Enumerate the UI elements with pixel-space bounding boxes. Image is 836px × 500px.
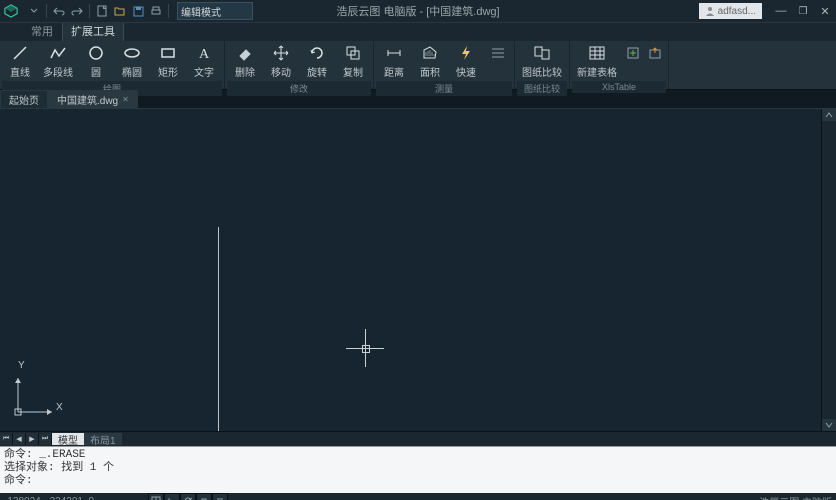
tool-quick[interactable]: 快速 xyxy=(448,42,484,81)
command-prompt[interactable]: 命令: xyxy=(4,475,832,488)
menu-dropdown-icon[interactable] xyxy=(26,3,42,19)
doc-tab-start[interactable]: 起始页 xyxy=(0,90,48,109)
distance-icon xyxy=(385,44,403,62)
ribbon-group-modify: 删除 移动 旋转 复制 修改 xyxy=(225,41,374,89)
polyline-icon xyxy=(49,44,67,62)
command-history-line: 命令: _.ERASE xyxy=(4,449,832,462)
app-logo[interactable] xyxy=(0,0,22,22)
command-window[interactable]: 命令: _.ERASE 选择对象: 找到 1 个 命令: xyxy=(0,446,836,493)
tool-compare[interactable]: 图纸比较 xyxy=(517,42,567,81)
quick-icon xyxy=(457,44,475,62)
snap-grid[interactable] xyxy=(148,493,164,500)
ribbon-group-compare: 图纸比较 图纸比较 xyxy=(515,41,570,89)
tool-move[interactable]: 移动 xyxy=(263,42,299,81)
line-icon xyxy=(11,44,29,62)
area-icon xyxy=(421,44,439,62)
tab-ext-tools[interactable]: 扩展工具 xyxy=(62,20,124,41)
tab-nav-next[interactable]: ▶ xyxy=(26,433,39,445)
open-icon[interactable] xyxy=(112,3,128,19)
svg-text:A: A xyxy=(199,47,210,62)
rotate-icon xyxy=(308,44,326,62)
pickbox-cursor xyxy=(362,345,370,353)
ribbon-group-measure: 距离 面积 快速 测量 xyxy=(374,41,515,89)
tool-circle[interactable]: 圆 xyxy=(78,42,114,81)
tool-polyline[interactable]: 多段线 xyxy=(38,42,78,81)
minimize-button[interactable]: — xyxy=(770,0,792,22)
maximize-button[interactable]: ❐ xyxy=(792,0,814,22)
print-icon[interactable] xyxy=(148,3,164,19)
tool-area[interactable]: 面积 xyxy=(412,42,448,81)
group-title-xlstable: XlsTable xyxy=(572,81,666,93)
group-title-compare: 图纸比较 xyxy=(517,81,567,96)
table-icon xyxy=(588,44,606,62)
compare-icon xyxy=(533,44,551,62)
dim-icon xyxy=(489,44,507,62)
tab-common[interactable]: 常用 xyxy=(22,20,62,41)
copy-icon xyxy=(344,44,362,62)
tab-model[interactable]: 模型 xyxy=(52,433,84,445)
snap-lwt[interactable] xyxy=(212,493,228,500)
drawing-viewport[interactable]: Y X xyxy=(0,109,836,431)
tool-copy[interactable]: 复制 xyxy=(335,42,371,81)
tab-nav-first[interactable]: ⏮ xyxy=(0,433,13,445)
ribbon-group-draw: 直线 多段线 圆 椭圆 矩形 A文字 绘图 xyxy=(0,41,225,89)
ribbon-group-xlstable: 新建表格 XlsTable xyxy=(570,41,669,89)
tab-nav-prev[interactable]: ◀ xyxy=(13,433,26,445)
tool-ellipse[interactable]: 椭圆 xyxy=(114,42,150,81)
quick-access-toolbar: 编辑模式 xyxy=(26,2,253,20)
tool-rectangle[interactable]: 矩形 xyxy=(150,42,186,81)
erase-icon xyxy=(236,44,254,62)
tool-rotate[interactable]: 旋转 xyxy=(299,42,335,81)
tab-nav-last[interactable]: ⏭ xyxy=(39,433,52,445)
close-button[interactable]: ✕ xyxy=(814,0,836,22)
status-brand: 浩辰云图 电脑版 xyxy=(759,494,832,500)
tool-table-extra2[interactable] xyxy=(644,42,666,81)
tool-line[interactable]: 直线 xyxy=(2,42,38,81)
rectangle-icon xyxy=(159,44,177,62)
ribbon-tabbar: 常用 扩展工具 xyxy=(0,23,836,41)
close-icon[interactable]: ✕ xyxy=(122,95,129,104)
move-icon xyxy=(272,44,290,62)
vertical-scrollbar[interactable] xyxy=(821,109,836,431)
undo-icon[interactable] xyxy=(51,3,67,19)
tool-table-extra1[interactable] xyxy=(622,42,644,81)
snap-polar[interactable] xyxy=(180,493,196,500)
scroll-down-icon[interactable] xyxy=(822,419,836,431)
insert-icon xyxy=(624,44,642,62)
export-icon xyxy=(646,44,664,62)
snap-ortho[interactable] xyxy=(164,493,180,500)
tool-text[interactable]: A文字 xyxy=(186,42,222,81)
drawing-entity xyxy=(218,227,219,431)
save-icon[interactable] xyxy=(130,3,146,19)
circle-icon xyxy=(87,44,105,62)
ucs-icon: Y X xyxy=(12,374,56,421)
tool-measure-extra[interactable] xyxy=(484,42,512,81)
titlebar: 编辑模式 浩辰云图 电脑版 - [中国建筑.dwg] adfasd... — ❐… xyxy=(0,0,836,23)
group-title-modify: 修改 xyxy=(227,81,371,96)
tool-distance[interactable]: 距离 xyxy=(376,42,412,81)
layout-tabs: ⏮ ◀ ▶ ⏭ 模型 布局1 xyxy=(0,431,836,446)
tool-newtable[interactable]: 新建表格 xyxy=(572,42,622,81)
window-title: 浩辰云图 电脑版 - [中国建筑.dwg] xyxy=(336,3,499,19)
text-icon: A xyxy=(195,44,213,62)
tab-layout1[interactable]: 布局1 xyxy=(84,433,122,445)
command-history-line: 选择对象: 找到 1 个 xyxy=(4,462,832,475)
new-icon[interactable] xyxy=(94,3,110,19)
ribbon: 直线 多段线 圆 椭圆 矩形 A文字 绘图 删除 移动 旋转 复制 修改 距离 … xyxy=(0,41,836,90)
status-bar: -138024, -234201, 0 浩辰云图 电脑版 xyxy=(0,493,836,500)
redo-icon[interactable] xyxy=(69,3,85,19)
group-title-measure: 测量 xyxy=(376,81,512,96)
snap-osnap[interactable] xyxy=(196,493,212,500)
user-account[interactable]: adfasd... xyxy=(699,3,762,19)
scroll-up-icon[interactable] xyxy=(822,109,836,121)
ellipse-icon xyxy=(123,44,141,62)
doc-tab-file[interactable]: 中国建筑.dwg✕ xyxy=(48,90,138,109)
coordinates-readout: -138024, -234201, 0 xyxy=(0,496,94,500)
mode-dropdown[interactable]: 编辑模式 xyxy=(177,2,253,20)
tool-erase[interactable]: 删除 xyxy=(227,42,263,81)
snap-toggles xyxy=(148,493,228,500)
